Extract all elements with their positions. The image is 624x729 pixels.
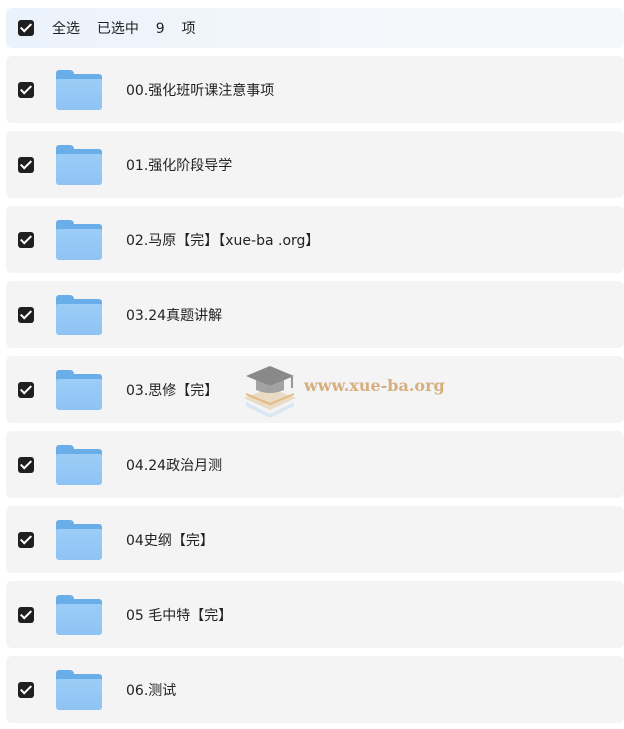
folder-row[interactable]: 01.强化阶段导学 bbox=[6, 131, 624, 198]
folder-icon bbox=[56, 144, 102, 185]
row-checkbox[interactable] bbox=[18, 606, 34, 623]
file-list-page: 全选 已选中 9 项 00.强化班听课注意事项 01.强化阶段导学 02.马原【… bbox=[0, 0, 624, 729]
folder-row[interactable]: 00.强化班听课注意事项 bbox=[6, 56, 624, 123]
row-checkbox[interactable] bbox=[18, 81, 34, 98]
row-checkbox[interactable] bbox=[18, 681, 34, 698]
folder-row[interactable]: 06.测试 bbox=[6, 656, 624, 723]
row-checkbox[interactable] bbox=[18, 456, 34, 473]
folder-name[interactable]: 00.强化班听课注意事项 bbox=[126, 80, 274, 100]
folder-name[interactable]: 06.测试 bbox=[126, 680, 176, 700]
folder-icon bbox=[56, 594, 102, 635]
folder-row[interactable]: 03.思修【完】 bbox=[6, 356, 624, 423]
folder-name[interactable]: 04史纲【完】 bbox=[126, 530, 214, 550]
folder-name[interactable]: 04.24政治月测 bbox=[126, 455, 222, 475]
folder-icon bbox=[56, 369, 102, 410]
folder-icon bbox=[56, 219, 102, 260]
folder-row[interactable]: 04史纲【完】 bbox=[6, 506, 624, 573]
folder-name[interactable]: 02.马原【完】【xue-ba .org】 bbox=[126, 230, 319, 250]
row-checkbox[interactable] bbox=[18, 306, 34, 323]
row-checkbox[interactable] bbox=[18, 231, 34, 248]
folder-name[interactable]: 03.24真题讲解 bbox=[126, 305, 222, 325]
folder-row[interactable]: 05 毛中特【完】 bbox=[6, 581, 624, 648]
folder-row[interactable]: 04.24政治月测 bbox=[6, 431, 624, 498]
row-checkbox[interactable] bbox=[18, 381, 34, 398]
folder-name[interactable]: 03.思修【完】 bbox=[126, 380, 218, 400]
folder-name[interactable]: 01.强化阶段导学 bbox=[126, 155, 232, 175]
folder-list: 00.强化班听课注意事项 01.强化阶段导学 02.马原【完】【xue-ba .… bbox=[6, 56, 624, 729]
folder-icon bbox=[56, 519, 102, 560]
select-all-checkbox[interactable] bbox=[18, 20, 34, 36]
folder-name[interactable]: 05 毛中特【完】 bbox=[126, 605, 232, 625]
row-checkbox[interactable] bbox=[18, 156, 34, 173]
folder-row[interactable]: 02.马原【完】【xue-ba .org】 bbox=[6, 206, 624, 273]
folder-icon bbox=[56, 69, 102, 110]
folder-icon bbox=[56, 444, 102, 485]
select-all-label: 全选 已选中 9 项 bbox=[52, 21, 196, 37]
folder-row[interactable]: 03.24真题讲解 bbox=[6, 281, 624, 348]
selection-header: 全选 已选中 9 项 bbox=[6, 8, 624, 48]
row-checkbox[interactable] bbox=[18, 531, 34, 548]
folder-icon bbox=[56, 669, 102, 710]
folder-icon bbox=[56, 294, 102, 335]
